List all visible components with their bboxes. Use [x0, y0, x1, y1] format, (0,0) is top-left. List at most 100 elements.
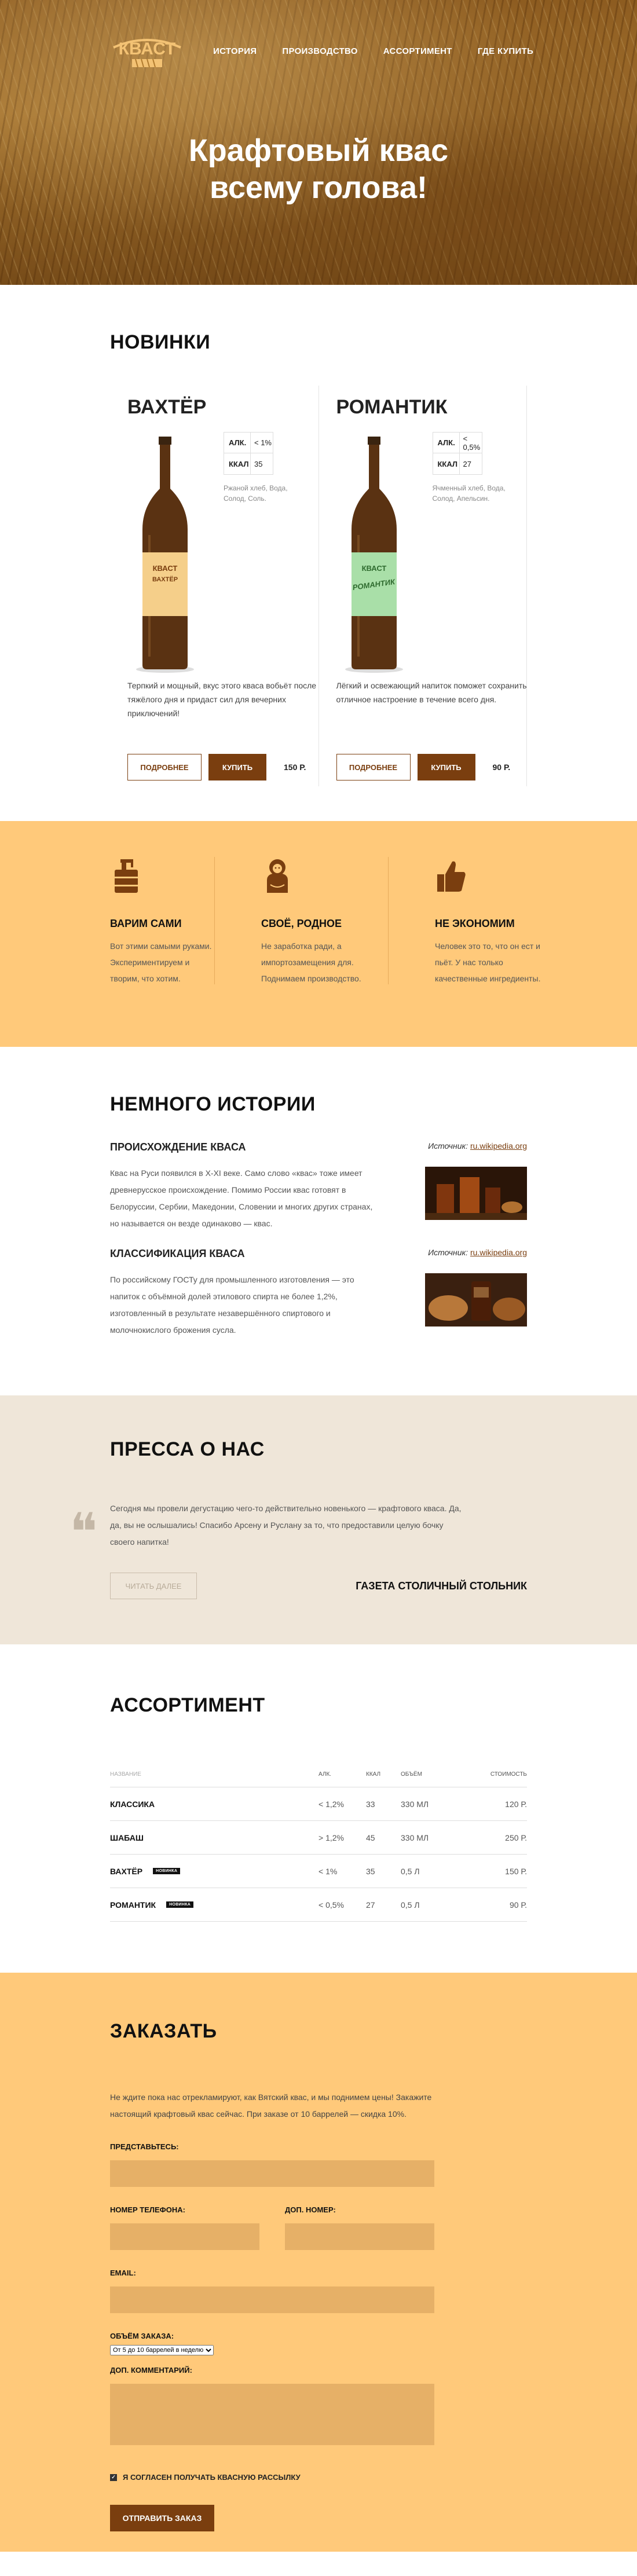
- extra-phone-label: ДОП. НОМЕР:: [285, 2205, 336, 2214]
- order-section: ЗАКАЗАТЬ Не ждите пока нас отрекламируют…: [0, 1973, 637, 2552]
- history-item: ПРОИСХОЖДЕНИЕ КВАСА Источник: ru.wikiped…: [110, 1141, 527, 1236]
- svg-text:КВАСТ: КВАСТ: [361, 564, 386, 573]
- press-section: ПРЕССА О НАС ❝ Сегодня мы провели дегуст…: [0, 1395, 637, 1644]
- kvast-logo[interactable]: КВАСТ: [110, 30, 184, 73]
- subscribe-checkbox-row[interactable]: ✓ Я СОГЛАСЕН ПОЛУЧАТЬ КВАСНУЮ РАССЫЛКУ: [110, 2473, 527, 2482]
- card-actions: ПОДРОБНЕЕ КУПИТЬ 90 Р.: [336, 754, 511, 781]
- hero-title: Крафтовый квас всему голова!: [0, 132, 637, 206]
- subscribe-label: Я СОГЛАСЕН ПОЛУЧАТЬ КВАСНУЮ РАССЫЛКУ: [123, 2473, 301, 2482]
- buy-button[interactable]: КУПИТЬ: [208, 754, 266, 781]
- row-kcal: 33: [366, 1799, 375, 1809]
- feature-text: Не заработка ради, а импортозамещения дл…: [261, 941, 361, 983]
- new-badge: НОВИНКА: [153, 1868, 181, 1874]
- product-cards: ВАХТЁР ВАХТЁР КВАСТ АЛК. < 1% ККАЛ 35 Ржан…: [110, 386, 527, 786]
- new-badge: НОВИНКА: [166, 1901, 194, 1908]
- header-name: НАЗВАНИЕ: [110, 1771, 141, 1778]
- spec-table: АЛК. < 0,5% ККАЛ 27: [432, 432, 482, 475]
- name-input[interactable]: [110, 2160, 434, 2187]
- table-header: НАЗВАНИЕ АЛК. ККАЛ ОБЪЁМ СТОИМОСТЬ: [110, 1762, 527, 1787]
- source-label: Источник:: [428, 1248, 468, 1257]
- order-form: ПРЕДСТАВЬТЕСЬ: НОМЕР ТЕЛЕФОНА: ДОП. НОМЕ…: [110, 2142, 527, 2531]
- kvass-glasses-image: [425, 1167, 527, 1220]
- section-title-assortment: АССОРТИМЕНТ: [110, 1694, 265, 1716]
- kcal-value: 27: [459, 453, 482, 474]
- section-title-history: НЕМНОГО ИСТОРИИ: [110, 1093, 316, 1115]
- row-price: 150 Р.: [505, 1866, 527, 1876]
- order-intro: Не ждите пока нас отрекламируют, как Вят…: [110, 2093, 432, 2119]
- history-source: Источник: ru.wikipedia.org: [428, 1141, 527, 1150]
- kvass-bread-image: [425, 1273, 527, 1327]
- row-alc: > 1,2%: [318, 1833, 344, 1842]
- svg-text:КВАСТ: КВАСТ: [153, 564, 178, 573]
- read-more-button[interactable]: ЧИТАТЬ ДАЛЕЕ: [110, 1573, 197, 1599]
- table-row: РОМАНТИК НОВИНКА < 0,5% 27 0,5 Л 90 Р.: [110, 1888, 527, 1922]
- history-item: КЛАССИФИКАЦИЯ КВАСА Источник: ru.wikiped…: [110, 1248, 527, 1343]
- ingredients: Ржаной хлеб, Вода, Солод, Соль.: [224, 484, 288, 503]
- section-title-order: ЗАКАЗАТЬ: [110, 2020, 217, 2042]
- buy-button[interactable]: КУПИТЬ: [417, 754, 475, 781]
- row-volume: 0,5 Л: [401, 1900, 420, 1910]
- svg-text:КВАСТ: КВАСТ: [119, 39, 176, 58]
- header-volume: ОБЪЁМ: [401, 1771, 422, 1778]
- comment-textarea[interactable]: [110, 2384, 434, 2445]
- product-card: РОМАНТИК РОМАНТИК КВАСТ АЛК. < 0,5% ККАЛ 2…: [318, 386, 527, 786]
- nav-production[interactable]: ПРОИЗВОДСТВО: [282, 46, 357, 56]
- alc-label: АЛК.: [437, 438, 455, 447]
- row-name: ВАХТЁР: [110, 1866, 143, 1876]
- press-quote: Сегодня мы провели дегустацию чего-то де…: [110, 1504, 462, 1547]
- checkbox-checked-icon[interactable]: ✓: [110, 2474, 117, 2481]
- row-price: 90 Р.: [509, 1900, 527, 1910]
- section-title-new: НОВИНКИ: [110, 331, 211, 353]
- feature-title: ВАРИМ САМИ: [110, 918, 182, 929]
- phone-input[interactable]: [110, 2223, 259, 2250]
- feature-text: Человек это то, что он ест и пьёт. У нас…: [435, 941, 541, 983]
- row-alc: < 1%: [318, 1866, 338, 1876]
- alc-value: < 0,5%: [459, 433, 482, 453]
- email-input[interactable]: [110, 2286, 434, 2313]
- press-footer: ЧИТАТЬ ДАЛЕЕ ГАЗЕТА СТОЛИЧНЫЙ СТОЛЬНИК: [110, 1573, 527, 1599]
- nav-where-to-buy[interactable]: ГДЕ КУПИТЬ: [478, 46, 533, 56]
- main-nav: ИСТОРИЯ ПРОИЗВОДСТВО АССОРТИМЕНТ ГДЕ КУП…: [213, 46, 533, 56]
- bottle-image: РОМАНТИК КВАСТ: [345, 437, 403, 673]
- ingredients: Ячменный хлеб, Вода, Солод, Апельсин.: [432, 484, 506, 503]
- history-source: Источник: ru.wikipedia.org: [428, 1248, 527, 1257]
- history-item-text: По российскому ГОСТу для промышленного и…: [110, 1275, 354, 1335]
- row-alc: < 0,5%: [318, 1900, 344, 1910]
- row-name: КЛАССИКА: [110, 1799, 155, 1809]
- product-description: Лёгкий и освежающий напиток поможет сохр…: [336, 681, 527, 704]
- matryoshka-icon: [267, 859, 288, 893]
- history-item-text: Квас на Руси появился в X-XI веке. Само …: [110, 1168, 373, 1228]
- more-button[interactable]: ПОДРОБНЕЕ: [127, 754, 202, 781]
- history-section: НЕМНОГО ИСТОРИИ ПРОИСХОЖДЕНИЕ КВАСА Исто…: [0, 1047, 637, 1395]
- assortment-table: НАЗВАНИЕ АЛК. ККАЛ ОБЪЁМ СТОИМОСТЬ КЛАСС…: [110, 1762, 527, 1922]
- thumbs-up-icon: [437, 861, 466, 892]
- table-row: КЛАССИКА < 1,2% 33 330 МЛ 120 Р.: [110, 1787, 527, 1821]
- svg-text:ВАХТЁР: ВАХТЁР: [152, 576, 178, 583]
- nav-history[interactable]: ИСТОРИЯ: [213, 46, 257, 56]
- press-source: ГАЗЕТА СТОЛИЧНЫЙ СТОЛЬНИК: [356, 1580, 527, 1592]
- row-kcal: 45: [366, 1833, 375, 1842]
- new-section: НОВИНКИ ВАХТЁР ВАХТЁР КВАСТ АЛК. < 1% ККА…: [0, 285, 637, 821]
- row-volume: 0,5 Л: [401, 1866, 420, 1876]
- volume-select[interactable]: От 5 до 10 баррелей в неделю: [110, 2345, 214, 2355]
- row-name: РОМАНТИК: [110, 1900, 156, 1910]
- comment-label: ДОП. КОММЕНТАРИЙ:: [110, 2366, 192, 2375]
- more-button[interactable]: ПОДРОБНЕЕ: [336, 754, 411, 781]
- price: 90 Р.: [492, 763, 511, 772]
- bottle-image: ВАХТЁР КВАСТ: [136, 437, 194, 673]
- kcal-label: ККАЛ: [229, 459, 249, 468]
- source-link[interactable]: ru.wikipedia.org: [470, 1248, 527, 1257]
- row-kcal: 35: [366, 1866, 375, 1876]
- quote-icon: ❝: [69, 1502, 98, 1563]
- row-name: ШАБАШ: [110, 1833, 144, 1842]
- feature-item: НЕ ЭКОНОМИМ Человек это то, что он ест и…: [388, 857, 540, 984]
- keg-icon: [115, 859, 138, 893]
- submit-order-button[interactable]: ОТПРАВИТЬ ЗАКАЗ: [110, 2505, 214, 2531]
- row-volume: 330 МЛ: [401, 1833, 429, 1842]
- source-link[interactable]: ru.wikipedia.org: [470, 1141, 527, 1150]
- extra-phone-input[interactable]: [285, 2223, 434, 2250]
- header-price: СТОИМОСТЬ: [490, 1771, 527, 1778]
- feature-text: Вот этими самыми руками. Экспериментируе…: [110, 941, 212, 983]
- nav-assortment[interactable]: АССОРТИМЕНТ: [383, 46, 452, 56]
- product-card: ВАХТЁР ВАХТЁР КВАСТ АЛК. < 1% ККАЛ 35 Ржан…: [110, 386, 318, 786]
